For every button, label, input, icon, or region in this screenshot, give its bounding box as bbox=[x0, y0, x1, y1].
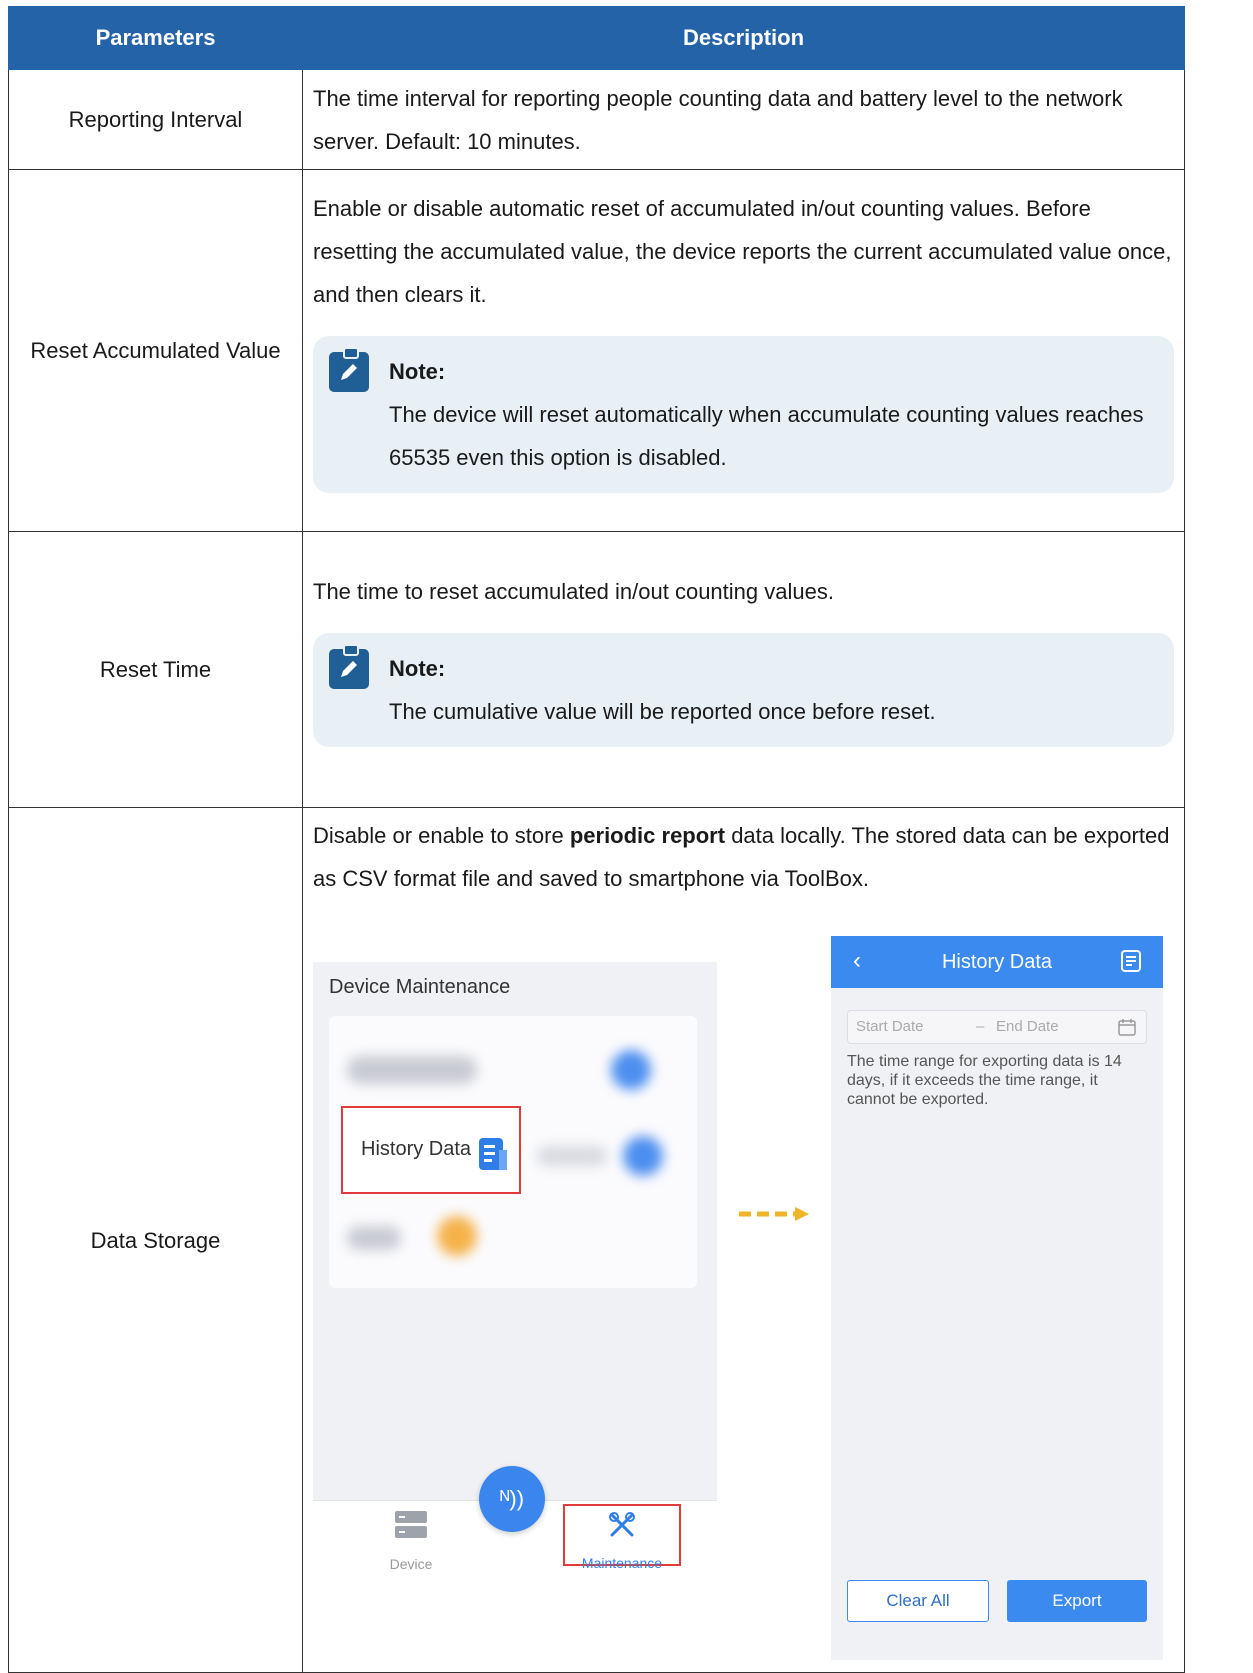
clear-all-button[interactable]: Clear All bbox=[847, 1580, 989, 1622]
description-text: Enable or disable automatic reset of acc… bbox=[313, 195, 1172, 307]
param-description: Disable or enable to store periodic repo… bbox=[302, 807, 1185, 1673]
parameters-table: Parameters Description Reporting Interva… bbox=[8, 6, 1185, 1673]
param-name: Reset Accumulated Value bbox=[8, 169, 303, 532]
param-description: Enable or disable automatic reset of acc… bbox=[302, 169, 1185, 532]
tab-device-label: Device bbox=[389, 1556, 433, 1572]
blurred-item bbox=[347, 1226, 401, 1250]
screenshot-figure: Device Maintenance History Data ᴺ)) Devi… bbox=[313, 906, 1174, 1666]
param-name: Data Storage bbox=[8, 807, 303, 1673]
end-date-placeholder: End Date bbox=[996, 1018, 1059, 1035]
desc-bold: periodic report bbox=[569, 823, 726, 848]
note-title: Note: bbox=[389, 358, 446, 384]
file-list-icon[interactable] bbox=[1121, 950, 1141, 972]
date-range-input[interactable]: Start Date – End Date bbox=[847, 1010, 1147, 1044]
table-row: Reset Accumulated Value Enable or disabl… bbox=[8, 169, 1185, 532]
calendar-icon bbox=[1118, 1019, 1136, 1036]
header-description: Description bbox=[302, 6, 1185, 70]
param-description: The time interval for reporting people c… bbox=[302, 69, 1185, 170]
note-box: Note: The cumulative value will be repor… bbox=[313, 633, 1174, 747]
param-name: Reporting Interval bbox=[8, 69, 303, 170]
history-data-item[interactable]: History Data bbox=[341, 1106, 521, 1194]
note-title: Note: bbox=[389, 656, 446, 681]
tab-maintenance-label: Maintenance bbox=[581, 1555, 663, 1571]
blurred-item bbox=[537, 1146, 607, 1166]
note-pencil-icon bbox=[329, 644, 369, 689]
blurred-icon bbox=[611, 1050, 651, 1090]
param-name: Reset Time bbox=[8, 531, 303, 808]
start-date-placeholder: Start Date bbox=[856, 1018, 924, 1035]
note-text: The cumulative value will be reported on… bbox=[389, 699, 936, 724]
blurred-icon bbox=[437, 1216, 477, 1256]
tools-icon bbox=[609, 1512, 635, 1537]
screen-title: Device Maintenance bbox=[329, 976, 511, 998]
description-text: Disable or enable to store periodic repo… bbox=[313, 814, 1174, 900]
table-row: Data Storage Disable or enable to store … bbox=[8, 807, 1185, 1673]
history-data-screen: ‹ History Data Start Date – End Date The… bbox=[831, 936, 1163, 1660]
nfc-read-button[interactable]: ᴺ)) bbox=[479, 1466, 545, 1532]
tab-device[interactable]: Device bbox=[375, 1510, 447, 1573]
blurred-icon bbox=[623, 1136, 663, 1176]
table-header-row: Parameters Description bbox=[8, 6, 1185, 70]
document-icon bbox=[479, 1138, 507, 1170]
date-separator: – bbox=[976, 1018, 985, 1035]
device-maintenance-screen: Device Maintenance History Data ᴺ)) Devi… bbox=[313, 962, 717, 1572]
blurred-item bbox=[347, 1056, 477, 1084]
table-row: Reporting Interval The time interval for… bbox=[8, 69, 1185, 170]
desc-part: Disable or enable to store bbox=[313, 823, 570, 848]
header-title: History Data bbox=[941, 951, 1053, 973]
export-button[interactable]: Export bbox=[1007, 1580, 1147, 1622]
app-header: ‹ History Data bbox=[831, 936, 1163, 988]
dashed-arrow-icon bbox=[739, 1207, 809, 1221]
note-text: The device will reset automatically when… bbox=[389, 401, 1144, 470]
table-row: Reset Time The time to reset accumulated… bbox=[8, 531, 1185, 808]
description-text: The time to reset accumulated in/out cou… bbox=[313, 579, 834, 604]
param-description: The time to reset accumulated in/out cou… bbox=[302, 531, 1185, 808]
server-icon bbox=[395, 1511, 427, 1538]
header-parameters: Parameters bbox=[8, 6, 303, 70]
history-data-label: History Data bbox=[361, 1138, 472, 1160]
note-pencil-icon bbox=[329, 346, 369, 392]
note-box: Note: The device will reset automaticall… bbox=[313, 335, 1174, 493]
tab-maintenance[interactable]: Maintenance bbox=[563, 1504, 681, 1571]
export-range-info: The time range for exporting data is 14 … bbox=[847, 1053, 1122, 1108]
